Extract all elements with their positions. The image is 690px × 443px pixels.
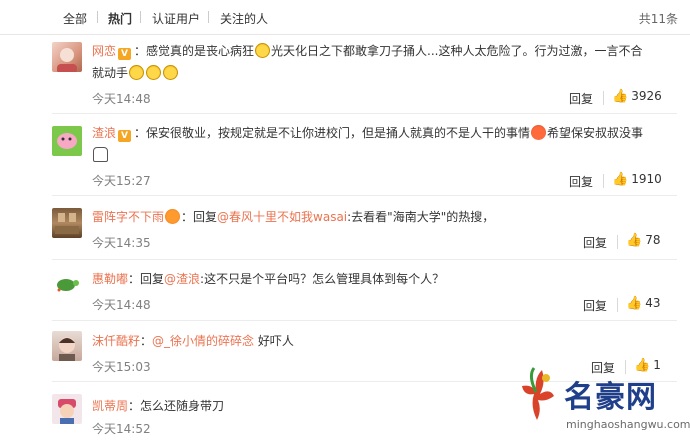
comment-time: 今天14:48 [92,298,151,312]
comment-text: 雷阵字不下雨 ：回复@春风十里不如我wasai:去看看"海南大学"的热搜， [92,206,667,228]
comment-text: 渣浪 V ：保安很敬业，按规定就是不让你进校门，但是捅人就真的不是人干的事情 希望保安… [92,122,667,166]
tab-separator [208,11,209,23]
reply-button[interactable]: 回复 [569,173,593,190]
comment-body: ：感觉真的是丧心病狂 [134,44,255,58]
comment-total-count: 共11条 [638,12,678,26]
sweat-emoji-icon [146,65,162,80]
sweat-emoji-icon [129,65,145,80]
comment-body: 希望保安叔叔没事 [547,126,644,140]
avatar[interactable] [52,331,82,361]
peppa-pig-avatar-icon [57,133,77,149]
avatar[interactable] [52,394,82,424]
comment-text: 惠勒嘟：回复@渣浪:这不只是个平台吗？怎么管理具体到每个人？ [92,268,667,290]
angry-emoji-icon [531,125,547,140]
comment-item: 惠勒嘟：回复@渣浪:这不只是个平台吗？怎么管理具体到每个人？ 今天14:48 回… [0,260,690,320]
action-divider [617,235,618,249]
thumbs-up-icon: 👍 [626,296,643,311]
watermark-logo-icon [522,367,554,420]
like-button[interactable]: 👍 43 [626,296,660,311]
like-button[interactable]: 👍 3926 [612,89,662,104]
tab-separator [97,11,98,23]
room-photo-avatar-icon [55,213,79,234]
comment-time: 今天14:48 [92,92,151,106]
action-divider [603,91,604,105]
username-link[interactable]: 雷阵字不下雨 [92,210,164,224]
comment-item: 雷阵字不下雨 ：回复@春风十里不如我wasai:去看看"海南大学"的热搜， 今天1… [0,196,690,256]
comment-body: :去看看"海南大学"的热搜， [347,210,495,224]
action-divider [603,174,604,188]
username-link[interactable]: 惠勒嘟 [92,272,128,286]
turtle-avatar-icon [57,279,79,292]
child-photo-avatar-icon [59,337,75,361]
verified-badge-icon: V [118,48,132,60]
comment-item: 网恋 V ：感觉真的是丧心病狂 光天化日之下都敢拿刀子捅人...这种人太危险了。行为过… [0,34,690,114]
sweat-emoji-icon [255,43,271,58]
comment-body: 光天化日之下都敢拿刀子捅人...这种人太危险了。行为过激，一言不合 [271,44,643,58]
comment-body: ： [140,334,153,348]
mention-link[interactable]: @春风十里不如我wasai [217,210,347,224]
comment-body: 就动手 [92,66,129,80]
comment-time: 今天15:03 [92,360,151,374]
cartoon-character-avatar-icon [58,399,76,424]
avatar[interactable] [52,268,82,298]
watermark-site-name: 名豪网 [564,380,657,415]
comment-body: :这不只是个平台吗？怎么管理具体到每个人？ [200,272,445,286]
comment-body: ：回复 [181,210,218,224]
comment-body: ：怎么还随身带刀 [128,399,225,413]
like-count: 78 [645,233,661,247]
comment-time: 今天14:52 [92,422,151,436]
reply-button[interactable]: 回复 [583,234,607,251]
username-link[interactable]: 凯蒂周 [92,399,128,413]
like-count: 43 [645,296,661,310]
action-divider [617,298,618,312]
expression-emoji-icon [165,209,181,224]
site-watermark: 名豪网 minghaoshangwu.com [510,362,690,443]
username-link[interactable]: 沫仟酷籽 [92,334,140,348]
like-count: 1910 [631,172,662,186]
comment-body: ：回复 [128,272,165,286]
thumbs-up-icon: 👍 [612,89,629,104]
ghost-emoji-icon [93,147,108,162]
reply-button[interactable]: 回复 [569,90,593,107]
comment-time: 今天14:35 [92,236,151,250]
comment-item: 渣浪 V ：保安很敬业，按规定就是不让你进校门，但是捅人就真的不是人干的事情 希望保安… [0,114,690,194]
tab-all[interactable]: 全部 [63,10,87,27]
like-button[interactable]: 👍 1910 [612,172,662,187]
thumbs-up-icon: 👍 [612,172,629,187]
reply-button[interactable]: 回复 [583,297,607,314]
avatar-face-icon [57,48,77,72]
verified-badge-icon: V [118,130,132,142]
avatar[interactable] [52,126,82,156]
mention-link[interactable]: @渣浪 [164,272,200,286]
like-count: 3926 [631,89,662,103]
tab-separator [140,11,141,23]
comment-text: 沫仟酷籽：@_徐小倩的碎碎念 好吓人 [92,330,667,352]
username-link[interactable]: 渣浪 [92,126,116,140]
like-button[interactable]: 👍 78 [626,233,660,248]
tab-hot[interactable]: 热门 [108,10,132,27]
comment-body: ：保安很敬业，按规定就是不让你进校门，但是捅人就真的不是人干的事情 [134,126,531,140]
avatar[interactable] [52,208,82,238]
comment-time: 今天15:27 [92,174,151,188]
watermark-url: minghaoshangwu.com [566,418,690,431]
thumbs-up-icon: 👍 [626,233,643,248]
mention-link[interactable]: @_徐小倩的碎碎念 [152,334,254,348]
sweat-emoji-icon [163,65,179,80]
tab-following[interactable]: 关注的人 [220,10,268,27]
comment-body: 好吓人 [254,334,294,348]
username-link[interactable]: 网恋 [92,44,116,58]
comment-filter-tabs: 全部 热门 认证用户 关注的人 共11条 [0,0,690,35]
tab-verified-users[interactable]: 认证用户 [152,10,200,27]
avatar[interactable] [52,42,82,72]
comment-text: 网恋 V ：感觉真的是丧心病狂 光天化日之下都敢拿刀子捅人...这种人太危险了。行为过… [92,40,667,84]
